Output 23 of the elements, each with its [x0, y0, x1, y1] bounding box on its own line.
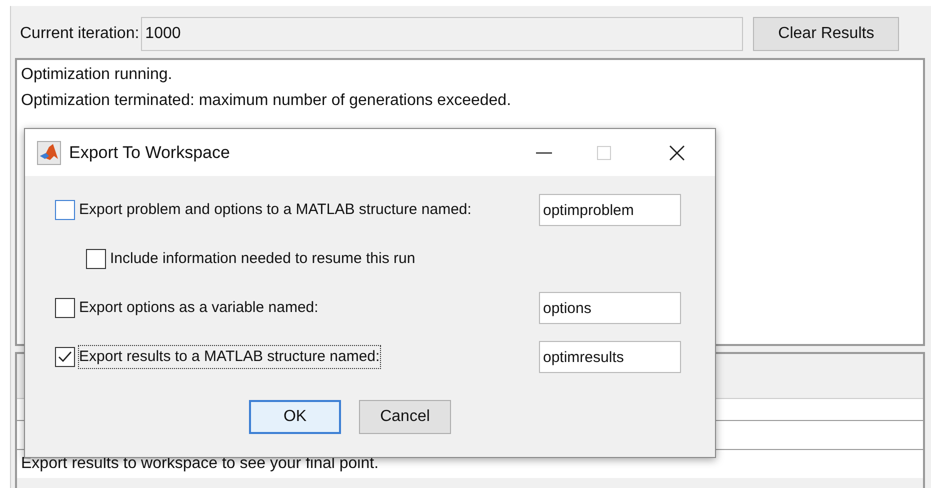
option-label: Export options as a variable named: [79, 298, 318, 318]
checkbox[interactable] [55, 347, 75, 367]
option-label: Include information needed to resume this run [110, 248, 416, 269]
close-icon[interactable] [669, 144, 685, 160]
iteration-field[interactable]: 1000 [141, 17, 744, 51]
option-label: Export results to a MATLAB structure named: [79, 346, 380, 368]
option-label: Export problem and options to a MATLAB structure named: [79, 200, 472, 220]
output-line: Optimization terminated: maximum number of generations exceeded. [21, 91, 512, 111]
name-field[interactable]: optimresults [539, 341, 681, 373]
clear-results-button[interactable]: Clear Results [753, 17, 900, 51]
checkbox[interactable] [55, 298, 75, 318]
checkmark-icon [58, 351, 72, 363]
checkbox[interactable] [86, 249, 106, 269]
ok-button[interactable]: OK [249, 400, 341, 434]
output-line: Optimization running. [21, 65, 174, 85]
minimize-icon[interactable] [536, 152, 552, 154]
cancel-button[interactable]: Cancel [359, 400, 451, 434]
window-title: Export To Workspace [69, 142, 230, 164]
checkbox[interactable] [55, 200, 75, 220]
maximize-icon [597, 146, 611, 160]
name-field[interactable]: optimproblem [539, 194, 681, 226]
name-field[interactable]: options [539, 292, 681, 324]
iteration-label: Current iteration: [20, 24, 140, 44]
